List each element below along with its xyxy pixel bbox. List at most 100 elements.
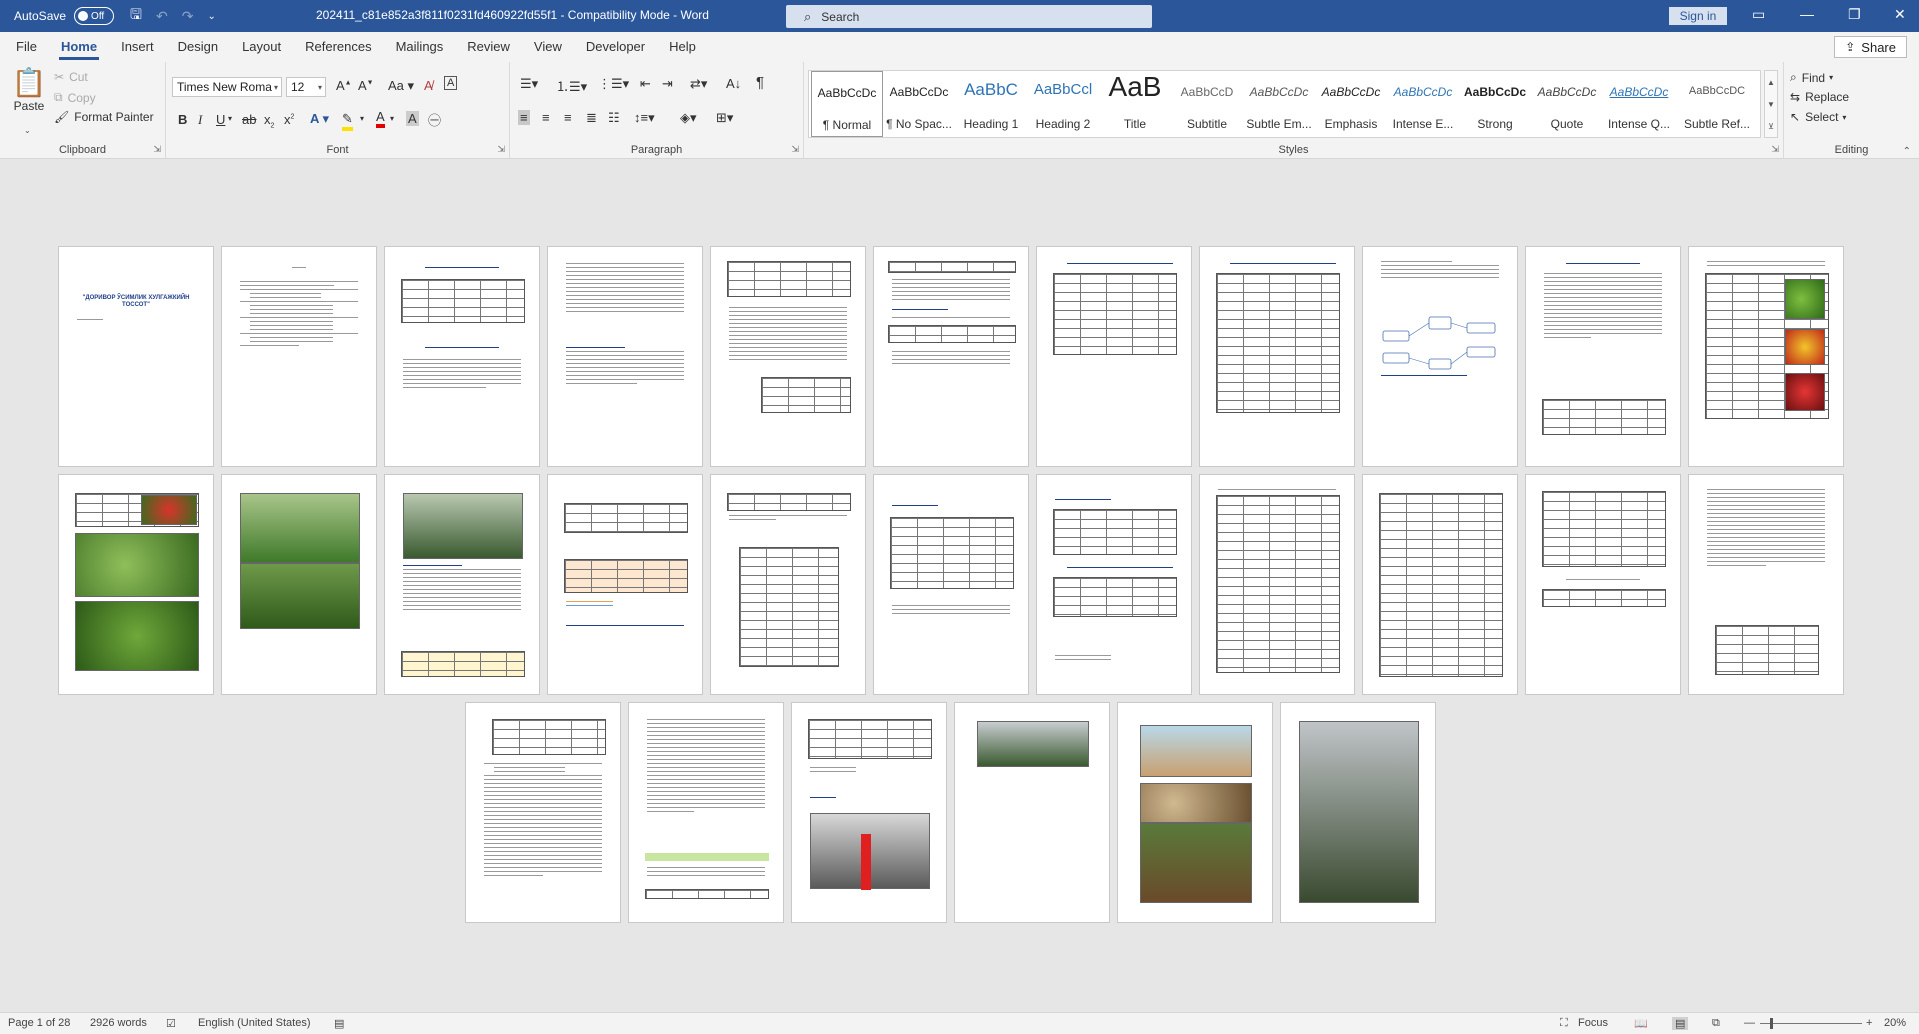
page-thumbnail[interactable]: [710, 246, 866, 467]
font-name-box[interactable]: Times New Roma ▾: [172, 77, 282, 97]
page-thumbnail[interactable]: [1199, 246, 1355, 467]
ribbon-display-icon[interactable]: ▭: [1752, 6, 1765, 23]
tab-home[interactable]: Home: [49, 32, 109, 62]
style-emphasis[interactable]: AaBbCcDc Emphasis: [1315, 71, 1387, 137]
print-layout-icon[interactable]: ▤: [1672, 1017, 1689, 1030]
chevron-down-icon[interactable]: ▼: [1767, 100, 1775, 109]
page-thumbnail[interactable]: [1036, 474, 1192, 695]
style-intense-emphasis[interactable]: AaBbCcDc Intense E...: [1387, 71, 1459, 137]
decrease-indent-icon[interactable]: ⇤: [640, 76, 651, 92]
redo-icon[interactable]: ↷: [182, 8, 194, 25]
font-launcher-icon[interactable]: ⇲: [497, 144, 505, 155]
tab-insert[interactable]: Insert: [109, 32, 166, 62]
page-thumbnail[interactable]: [710, 474, 866, 695]
tab-file[interactable]: File: [4, 32, 49, 62]
strikethrough-icon[interactable]: ab: [242, 112, 256, 127]
line-spacing-icon[interactable]: ↕≡▾: [634, 110, 655, 126]
page-thumbnail[interactable]: [1036, 246, 1192, 467]
autosave-toggle[interactable]: Off: [74, 7, 115, 25]
style-no-spacing[interactable]: AaBbCcDc ¶ No Spac...: [883, 71, 955, 137]
cut-button[interactable]: ✂ Cut: [54, 70, 88, 84]
underline-icon[interactable]: U: [216, 112, 225, 127]
style-heading-2[interactable]: AaBbCcl Heading 2: [1027, 71, 1099, 137]
page-thumbnail[interactable]: [384, 246, 540, 467]
page-thumbnail[interactable]: [873, 474, 1029, 695]
grow-font-icon[interactable]: A▲: [336, 78, 352, 93]
font-size-box[interactable]: 12 ▾: [286, 77, 326, 97]
find-button[interactable]: ⌕ Find ▾: [1790, 70, 1833, 85]
page-thumbnail[interactable]: [1688, 246, 1844, 467]
justify-icon[interactable]: ≣: [586, 110, 597, 126]
read-mode-icon[interactable]: 📖: [1634, 1017, 1648, 1030]
chevron-up-icon[interactable]: ▲: [1767, 78, 1775, 87]
page-count[interactable]: Page 1 of 28: [8, 1017, 70, 1029]
enclose-characters-icon[interactable]: ㊀: [428, 110, 441, 129]
italic-icon[interactable]: I: [198, 112, 202, 128]
borders-icon[interactable]: ⊞▾: [716, 110, 733, 126]
bold-icon[interactable]: B: [178, 112, 187, 127]
style-quote[interactable]: AaBbCcDc Quote: [1531, 71, 1603, 137]
close-icon[interactable]: ✕: [1894, 6, 1906, 23]
sort-icon[interactable]: A↓: [726, 76, 741, 91]
clear-formatting-icon[interactable]: A̸: [424, 78, 433, 93]
tab-references[interactable]: References: [293, 32, 383, 62]
page-thumbnail[interactable]: [1199, 474, 1355, 695]
page-thumbnail[interactable]: [221, 246, 377, 467]
text-effects-icon[interactable]: A ▾: [310, 111, 329, 127]
tab-developer[interactable]: Developer: [574, 32, 657, 62]
align-right-icon[interactable]: ≡: [564, 110, 572, 125]
style-title[interactable]: AaB Title: [1099, 71, 1171, 137]
clipboard-launcher-icon[interactable]: ⇲: [153, 144, 161, 155]
tab-mailings[interactable]: Mailings: [384, 32, 456, 62]
highlight-color-icon[interactable]: ✎: [342, 111, 353, 131]
select-button[interactable]: ↖ Select ▾: [1790, 110, 1846, 124]
page-thumbnail[interactable]: "ДОРИВОР ЎСИМЛИК ХУЛГАЖКИЙН ТОССОТ": [58, 246, 214, 467]
align-left-icon[interactable]: ≡: [518, 110, 530, 125]
highlight-dropdown-icon[interactable]: ▾: [360, 114, 364, 123]
share-button[interactable]: ⇪ Share: [1834, 36, 1907, 58]
focus-icon[interactable]: ⛶: [1560, 1017, 1568, 1030]
page-thumbnail[interactable]: [791, 702, 947, 923]
character-shading-icon[interactable]: A: [406, 111, 419, 126]
focus-label[interactable]: Focus: [1578, 1017, 1608, 1029]
style-subtitle[interactable]: AaBbCcD Subtitle: [1171, 71, 1243, 137]
font-color-icon[interactable]: A: [376, 110, 385, 128]
text-direction-icon[interactable]: ⇄▾: [690, 76, 707, 92]
restore-icon[interactable]: ❐: [1848, 6, 1861, 23]
shading-icon[interactable]: ◈▾: [680, 110, 697, 126]
page-thumbnail[interactable]: [1525, 246, 1681, 467]
document-area[interactable]: "ДОРИВОР ЎСИМЛИК ХУЛГАЖКИЙН ТОССОТ": [0, 159, 1919, 1012]
tab-design[interactable]: Design: [166, 32, 230, 62]
distributed-icon[interactable]: ☷: [608, 110, 620, 126]
page-thumbnail[interactable]: [221, 474, 377, 695]
zoom-slider-thumb[interactable]: [1770, 1018, 1773, 1029]
paste-dropdown-icon[interactable]: ⌄: [24, 126, 31, 135]
undo-icon[interactable]: ↶: [156, 8, 168, 25]
minimize-icon[interactable]: —: [1800, 6, 1814, 22]
autosave-control[interactable]: AutoSave Off: [14, 7, 115, 25]
subscript-icon[interactable]: x2: [264, 112, 274, 130]
styles-launcher-icon[interactable]: ⇲: [1771, 144, 1779, 155]
replace-button[interactable]: ⇆ Replace: [1790, 90, 1849, 104]
more-styles-icon[interactable]: ⊻: [1768, 122, 1774, 131]
style-heading-1[interactable]: AaBbC Heading 1: [955, 71, 1027, 137]
multilevel-list-icon[interactable]: ⋮☰▾: [598, 76, 629, 92]
page-thumbnail[interactable]: [1362, 474, 1518, 695]
language-indicator[interactable]: English (United States): [198, 1017, 311, 1029]
page-thumbnail[interactable]: [954, 702, 1110, 923]
styles-scroll[interactable]: ▲ ▼ ⊻: [1764, 70, 1778, 138]
page-thumbnail[interactable]: [1362, 246, 1518, 467]
align-center-icon[interactable]: ≡: [542, 110, 550, 125]
paste-button[interactable]: 📋 Paste: [10, 66, 48, 113]
proofing-icon[interactable]: ☑: [166, 1017, 176, 1030]
tab-review[interactable]: Review: [455, 32, 522, 62]
page-thumbnail[interactable]: [384, 474, 540, 695]
tab-layout[interactable]: Layout: [230, 32, 293, 62]
page-thumbnail[interactable]: [547, 474, 703, 695]
show-formatting-marks-icon[interactable]: ¶: [756, 74, 764, 91]
page-thumbnail[interactable]: [1280, 702, 1436, 923]
underline-dropdown-icon[interactable]: ▾: [228, 114, 232, 123]
paragraph-launcher-icon[interactable]: ⇲: [791, 144, 799, 155]
page-thumbnail[interactable]: [873, 246, 1029, 467]
collapse-ribbon-icon[interactable]: ⌃: [1903, 146, 1911, 157]
